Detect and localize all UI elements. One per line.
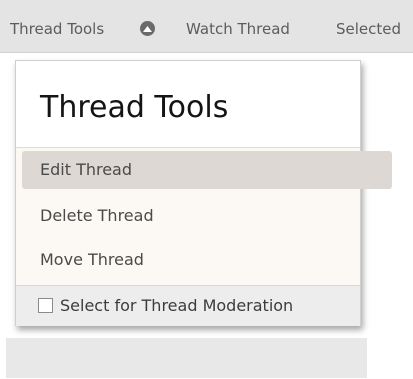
moderation-checkbox-label[interactable]: Select for Thread Moderation [60,297,293,315]
move-thread-item[interactable]: Move Thread [22,241,392,279]
delete-thread-item[interactable]: Delete Thread [22,197,392,235]
thread-tools-popup: Thread Tools Edit Thread Delete Thread M… [15,60,392,326]
popup-footer: Select for Thread Moderation [16,285,360,326]
thread-toolbar: Thread Tools Watch Thread Selected [0,0,413,53]
selected-link[interactable]: Selected [336,20,401,38]
thread-tools-link[interactable]: Thread Tools [10,20,104,38]
watch-thread-link[interactable]: Watch Thread [186,20,290,38]
popup-header: Thread Tools [16,61,360,148]
edit-thread-item[interactable]: Edit Thread [22,151,392,189]
background-strip [6,338,367,378]
moderation-checkbox[interactable] [38,298,53,313]
popup-title: Thread Tools [40,90,229,125]
chevron-up-icon[interactable] [140,21,155,36]
